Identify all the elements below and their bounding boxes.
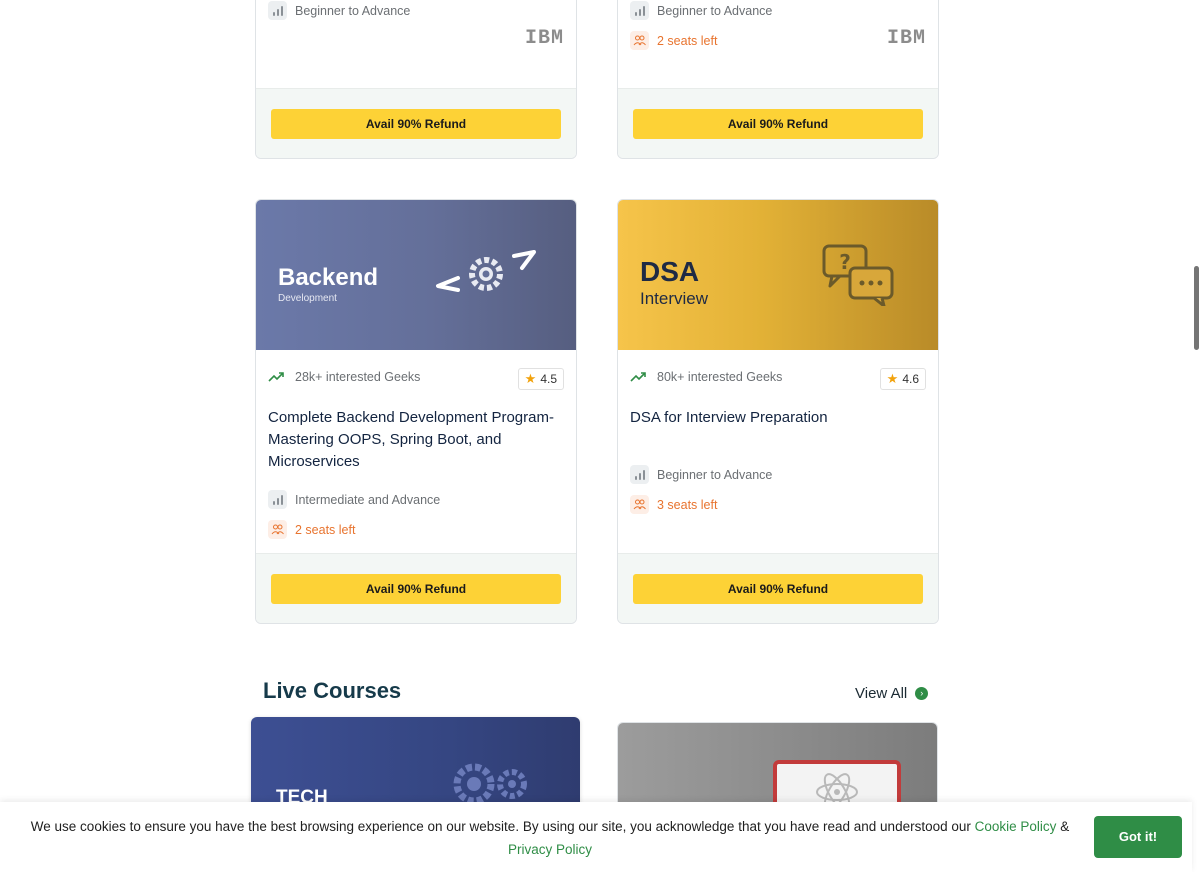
banner-subtitle: Development [278,293,337,304]
card-footer: Avail 90% Refund [618,553,938,623]
card-footer: Avail 90% Refund [618,88,938,158]
rating-value: 4.5 [540,372,557,386]
level-text: Beginner to Advance [295,3,411,18]
star-icon: ★ [524,371,537,386]
privacy-policy-link[interactable]: Privacy Policy [508,842,592,857]
interest-text: 28k+ interested Geeks [295,370,421,384]
scrollbar-thumb[interactable] [1194,266,1199,350]
seats-row: 2 seats left [268,520,355,539]
card-footer: Avail 90% Refund [256,88,576,158]
rating-badge: ★ 4.5 [517,368,564,390]
seats-left-text: 2 seats left [657,33,718,48]
users-icon [268,520,287,539]
ibm-logo: IBM [524,27,564,50]
users-icon [630,31,649,50]
level-text: Beginner to Advance [657,467,773,482]
course-card[interactable]: Beginner to Advance 2 seats left IBM Ava… [617,0,939,159]
ampersand: & [1060,819,1070,834]
view-all-label: View All [855,685,908,702]
avail-refund-button[interactable]: Avail 90% Refund [633,574,923,604]
level-row: Beginner to Advance [268,1,410,20]
rating-badge: ★ 4.6 [879,368,926,390]
chat-question-icon: ? [822,244,894,306]
rating-value: 4.6 [902,372,919,386]
chevron-right-icon: › [915,687,929,700]
banner-title: Backend [278,264,379,291]
page: Beginner to Advance IBM Avail 90% Refund… [0,0,1200,872]
seats-left-text: 3 seats left [657,497,718,512]
gear-code-icon [436,250,536,292]
level-row: Beginner to Advance [630,1,772,20]
avail-refund-button[interactable]: Avail 90% Refund [633,109,923,139]
seats-row: 3 seats left [630,495,717,514]
card-footer: Avail 90% Refund [256,553,576,623]
seats-left-text: 2 seats left [295,522,356,537]
banner-subtitle: Interview [640,289,709,308]
avail-refund-button[interactable]: Avail 90% Refund [271,574,561,604]
avail-refund-button[interactable]: Avail 90% Refund [271,109,561,139]
level-row: Intermediate and Advance [268,490,440,509]
level-bars-icon [268,1,287,20]
star-icon: ★ [886,371,899,386]
interest-text: 80k+ interested Geeks [657,370,783,384]
got-it-button[interactable]: Got it! [1094,816,1182,858]
interest-row: 28k+ interested Geeks [268,370,420,384]
trending-up-icon [268,372,284,382]
course-banner: DSA Interview ? [618,200,938,350]
course-title[interactable]: Complete Backend Development Program- Ma… [268,407,564,473]
level-bars-icon [268,490,287,509]
course-title[interactable]: DSA for Interview Preparation [630,407,926,429]
seats-row: 2 seats left [630,31,717,50]
level-text: Beginner to Advance [657,3,773,18]
course-card-dsa[interactable]: DSA Interview ? 80k+ interested Geeks ★ … [617,199,939,624]
view-all-link[interactable]: View All › [855,685,929,702]
ibm-logo: IBM [886,27,926,50]
course-card-backend[interactable]: Backend Development 28k+ interested Geek… [255,199,577,624]
interest-row: 80k+ interested Geeks [630,370,782,384]
level-row: Beginner to Advance [630,465,772,484]
live-courses-heading: Live Courses [263,678,402,703]
cookie-text: We use cookies to ensure you have the be… [30,819,971,834]
users-icon [630,495,649,514]
cookie-banner: We use cookies to ensure you have the be… [0,802,1192,872]
level-bars-icon [630,1,649,20]
trending-up-icon [630,372,646,382]
cookie-message: We use cookies to ensure you have the be… [20,815,1080,861]
level-text: Intermediate and Advance [295,492,441,507]
course-banner: Backend Development [256,200,576,350]
course-card[interactable]: Beginner to Advance IBM Avail 90% Refund [255,0,577,159]
cookie-policy-link[interactable]: Cookie Policy [975,819,1057,834]
banner-title: DSA [640,256,700,287]
level-bars-icon [630,465,649,484]
